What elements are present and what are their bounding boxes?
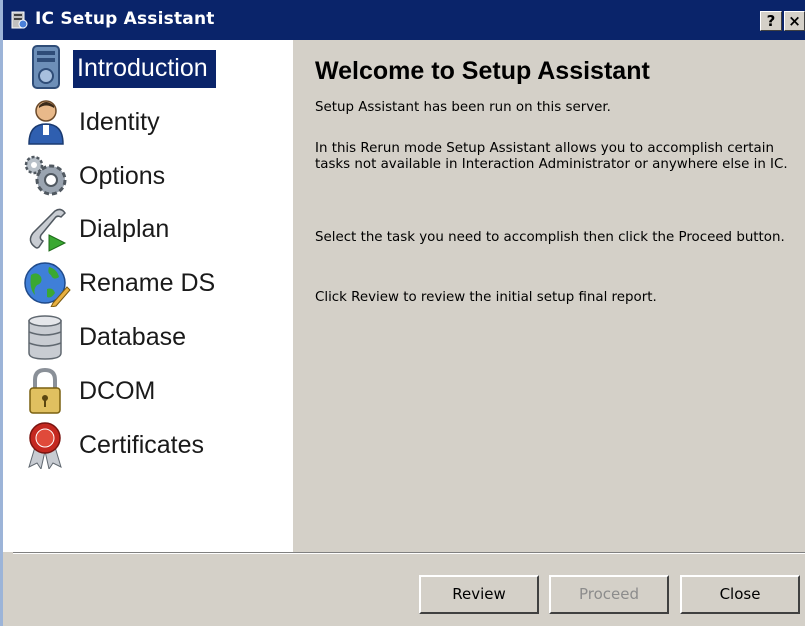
globe-pencil-icon bbox=[24, 262, 71, 307]
padlock-icon bbox=[29, 367, 61, 414]
intro-paragraph: Setup Assistant has been run on this ser… bbox=[315, 100, 611, 115]
sidebar-item-label: Dialplan bbox=[79, 215, 170, 243]
review-paragraph: Click Review to review the initial setup… bbox=[315, 290, 657, 305]
sidebar-item-dcom[interactable]: DCOM bbox=[3, 365, 293, 417]
sidebar-item-dialplan[interactable]: Dialplan bbox=[3, 203, 293, 255]
sidebar-item-introduction[interactable]: Introduction bbox=[3, 42, 293, 94]
sidebar-item-label: DCOM bbox=[79, 377, 156, 405]
server-tower-icon bbox=[32, 45, 60, 89]
database-icon bbox=[28, 315, 62, 360]
close-button[interactable]: Close bbox=[680, 575, 800, 614]
sidebar-item-label: Certificates bbox=[79, 431, 205, 459]
window-title: IC Setup Assistant bbox=[35, 9, 215, 29]
page-title: Welcome to Setup Assistant bbox=[315, 57, 650, 85]
gears-icon bbox=[24, 155, 67, 196]
sidebar-item-identity[interactable]: Identity bbox=[3, 96, 293, 148]
sidebar-item-label: Identity bbox=[79, 108, 160, 136]
sidebar-item-options[interactable]: Options bbox=[3, 150, 293, 202]
main-panel: Welcome to Setup Assistant Setup Assista… bbox=[295, 40, 805, 552]
button-bar: Review Proceed Close bbox=[3, 554, 805, 626]
user-icon bbox=[28, 100, 64, 145]
rerun-mode-paragraph: In this Rerun mode Setup Assistant allow… bbox=[315, 141, 788, 172]
sidebar-item-label: Options bbox=[79, 162, 166, 190]
sidebar-item-label: Database bbox=[79, 323, 187, 351]
app-icon bbox=[11, 11, 28, 29]
sidebar-item-certificates[interactable]: Certificates bbox=[3, 419, 293, 471]
sidebar-item-label: Rename DS bbox=[79, 269, 216, 297]
proceed-button[interactable]: Proceed bbox=[549, 575, 669, 614]
certificate-seal-icon bbox=[28, 422, 62, 469]
setup-assistant-window: IC Setup Assistant ? × Introduction Iden… bbox=[0, 0, 805, 626]
phone-handset-icon bbox=[29, 208, 67, 252]
sidebar-item-rename-ds[interactable]: Rename DS bbox=[3, 257, 293, 309]
sidebar-item-database[interactable]: Database bbox=[3, 311, 293, 363]
title-bar[interactable]: IC Setup Assistant ? × bbox=[3, 0, 805, 40]
select-task-paragraph: Select the task you need to accomplish t… bbox=[315, 230, 785, 245]
review-button[interactable]: Review bbox=[419, 575, 539, 614]
sidebar: Introduction Identity Options Dialplan R… bbox=[3, 40, 293, 552]
close-window-button[interactable]: × bbox=[784, 11, 805, 31]
help-button[interactable]: ? bbox=[760, 11, 782, 31]
sidebar-item-label: Introduction bbox=[73, 50, 216, 88]
